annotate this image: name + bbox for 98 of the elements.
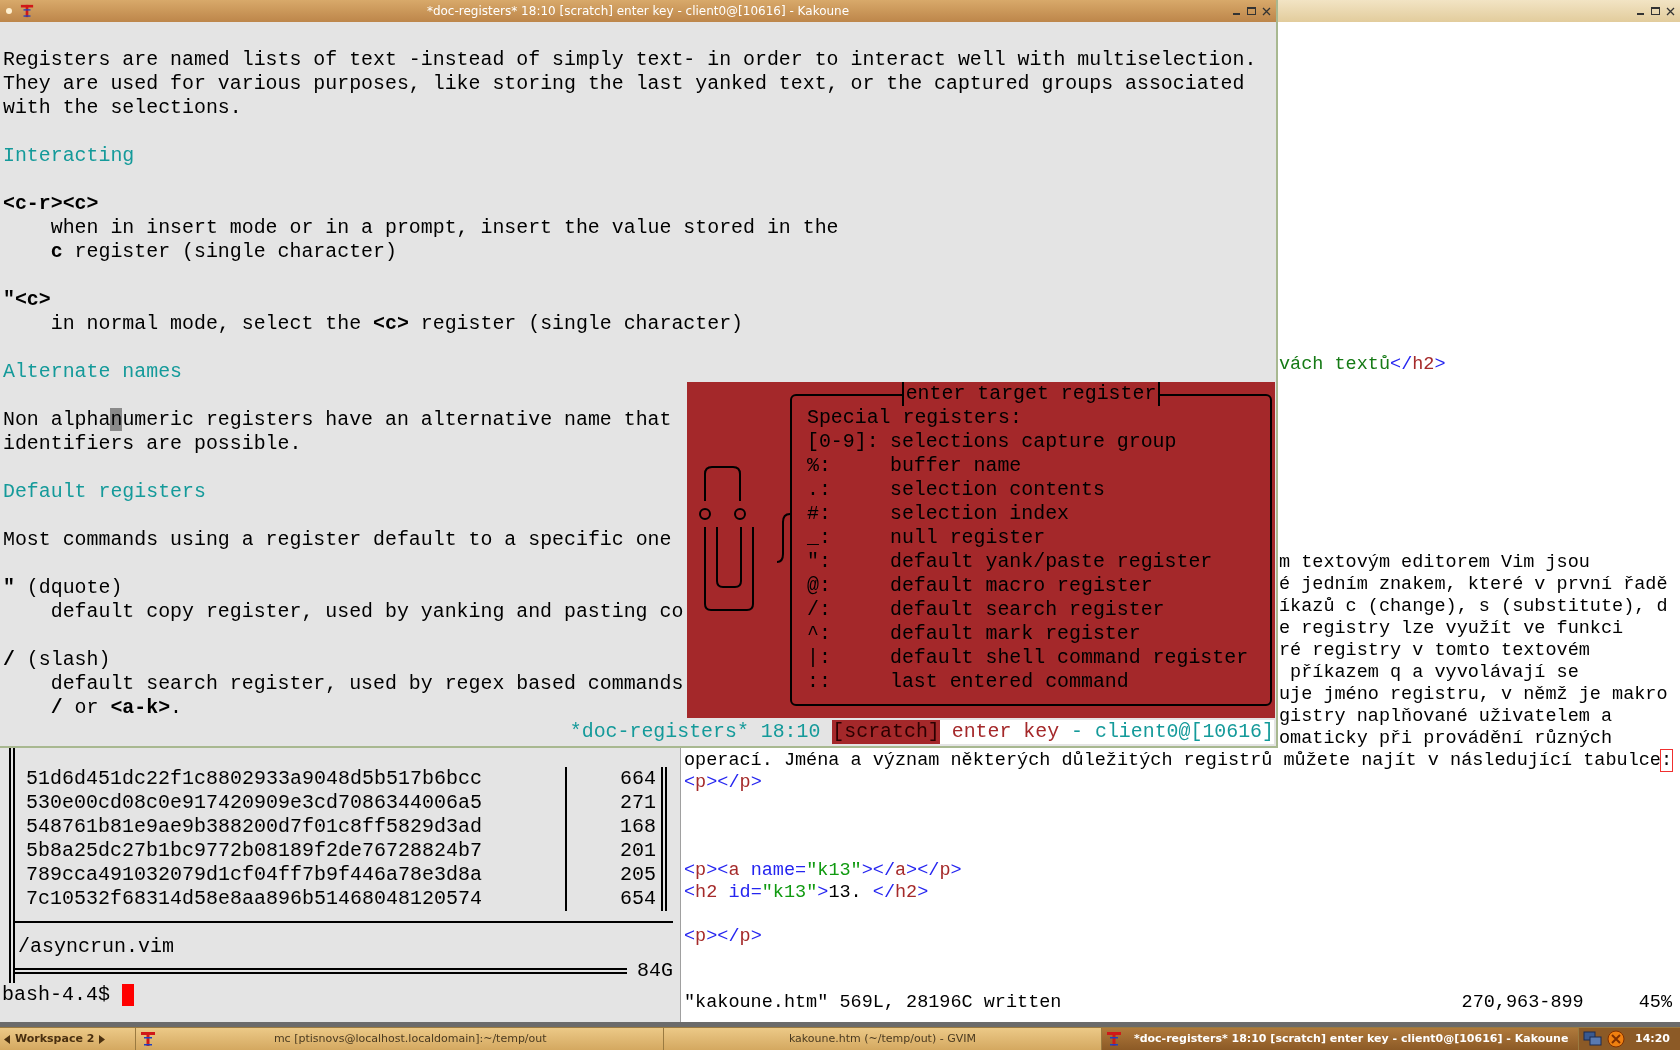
next-workspace-icon[interactable] <box>98 1034 106 1044</box>
file-size: 654 <box>620 887 656 911</box>
terminal-app-icon <box>1106 1031 1123 1047</box>
text-cursor <box>122 984 135 1006</box>
maximize-button[interactable] <box>1245 5 1257 17</box>
code-line: ré registry v tomto textovém <box>1279 640 1590 661</box>
client-name: - client0@[10616] <box>1059 720 1274 744</box>
register-key: :: <box>807 670 890 694</box>
code-line: uje jméno registru, v němž je makro <box>1279 684 1668 705</box>
code-line: operací. Jména a význam některých důležitých registrů můžete najít v následující tabulce: <box>684 750 1673 771</box>
description-text: / or <a-k>. <box>50 696 183 719</box>
register-key: _: <box>807 526 890 550</box>
register-description: buffer name <box>890 454 1022 478</box>
section-heading: Default registers <box>3 480 206 504</box>
popup-heading: Special registers: <box>807 406 1022 430</box>
register-description: default mark register <box>890 622 1141 646</box>
description-text: c register (single character) <box>50 240 397 263</box>
register-key: [0-9]: <box>807 430 890 454</box>
text-line: with the selections. <box>3 96 242 119</box>
status-message: "kakoune.htm" 569L, 28196C written <box>684 992 1062 1014</box>
register-key: /: <box>807 598 890 622</box>
code-line: příkazem q a vyvolávají se <box>1289 662 1579 683</box>
description-text: default copy register, used by yanking and pasting co <box>50 600 684 623</box>
register-description: default shell command register <box>890 646 1249 670</box>
time-text: 18:10 <box>760 720 821 744</box>
register-key: ^: <box>807 622 890 646</box>
close-button[interactable] <box>1664 5 1676 17</box>
code-line: <h2 id="k13">13. </h2> <box>684 882 929 903</box>
warning-circle-icon[interactable] <box>1607 1030 1625 1048</box>
description-text: in normal mode, select the <c> register (single character) <box>50 312 744 335</box>
terminal-app-icon <box>139 1031 156 1047</box>
key-binding: <c-r><c> <box>3 192 99 216</box>
code-line: íkazů c (change), s (substitute), d <box>1279 596 1668 617</box>
cursor-position: 270,963-899 <box>1461 992 1584 1014</box>
text-line: Most commands using a register default to a specific one <box>3 528 672 551</box>
code-line: é jedním znakem, které v první řadě <box>1279 574 1668 595</box>
file-name[interactable]: 530e00cd08c0e917420909e3cd7086344006a5 <box>26 791 483 814</box>
register-key: %: <box>807 454 890 478</box>
description-text: when in insert mode or in a prompt, insert the value stored in the <box>50 216 839 239</box>
close-button[interactable] <box>1260 5 1272 17</box>
file-size: 271 <box>620 791 656 815</box>
text-line: / (slash) <box>3 648 111 671</box>
register-description: default macro register <box>890 574 1153 598</box>
description-text: default search register, used by regex based commands <box>50 672 684 695</box>
shell-prompt: bash-4.4$ <box>2 983 111 1007</box>
register-description: selection index <box>890 502 1070 526</box>
taskbar-task[interactable]: mc [ptisnovs@localhost.localdomain]:~/temp/out <box>135 1028 664 1050</box>
clock: 14:20 <box>1634 1030 1671 1047</box>
register-key: #: <box>807 502 890 526</box>
previous-workspace-icon[interactable] <box>4 1034 11 1044</box>
section-heading: Alternate names <box>3 360 183 384</box>
register-key: ": <box>807 550 890 574</box>
file-name[interactable]: 7c10532f68314d58e8aa896b51468048120574 <box>26 887 483 910</box>
file-size: 201 <box>620 839 656 863</box>
register-key: .: <box>807 478 890 502</box>
popup-title: enter target register <box>901 382 1161 406</box>
text-line: " (dquote) <box>3 576 123 599</box>
terminal-app-icon <box>20 4 34 18</box>
register-description: last entered command <box>890 670 1129 694</box>
text-line: Non alphanumeric registers have an alternative name that <box>3 408 672 431</box>
text-line: They are used for various purposes, like storing the last yanked text, or the captured groups associated <box>3 72 1245 95</box>
prompt-text: enter key <box>939 720 1060 744</box>
register-description: default search register <box>890 598 1165 622</box>
code-line: <p></p> <box>684 772 762 793</box>
key-binding: "<c> <box>3 288 51 312</box>
text-line: identifiers are possible. <box>3 432 302 455</box>
mode-indicator: [scratch] <box>832 720 940 744</box>
scroll-percent: 45% <box>1638 992 1672 1014</box>
register-description: default yank/paste register <box>890 550 1213 574</box>
file-name[interactable]: 5b8a25dc27b1bc9772b08189f2de76728824b7 <box>26 839 483 862</box>
file-path: /asyncrun.vim <box>18 935 175 958</box>
taskbar-task[interactable]: *doc-registers* 18:10 [scratch] enter key - client0@[10616] - Kakoune <box>1102 1028 1579 1050</box>
file-size: 205 <box>620 863 656 887</box>
section-heading: Interacting <box>3 144 135 168</box>
file-size: 664 <box>620 767 656 791</box>
file-name[interactable]: 51d6d451dc22f1c8802933a9048d5b517b6bcc <box>26 767 483 790</box>
code-line: m textovým editorem Vim jsou <box>1279 552 1590 573</box>
code-line: <p><a name="k13"></a></p> <box>684 860 962 881</box>
code-line: <p></p> <box>684 926 762 947</box>
text-line: Registers are named lists of text -instead of simply text- in order to interact well with multiselection. <box>3 48 1257 71</box>
maximize-button[interactable] <box>1649 5 1661 17</box>
network-icon[interactable] <box>1583 1030 1603 1048</box>
code-line: vách textů</h2> <box>1279 354 1446 375</box>
code-line: gistry naplňované uživatelem a <box>1279 706 1613 727</box>
register-key: @: <box>807 574 890 598</box>
file-name[interactable]: 548761b81e9ae9b388200d7f01c8ff5829d3ad <box>26 815 483 838</box>
register-description: selection contents <box>890 478 1105 502</box>
code-line: omaticky při provádění různých <box>1279 728 1613 749</box>
disk-space: 84G <box>637 959 673 983</box>
register-description: selections capture group <box>890 430 1177 454</box>
file-size: 168 <box>620 815 656 839</box>
buffer-name: *doc-registers* <box>569 720 749 744</box>
register-description: null register <box>890 526 1046 550</box>
workspace-name[interactable]: Workspace 2 <box>15 1030 95 1048</box>
window-title: *doc-registers* 18:10 [scratch] enter key - client0@[10616] - Kakoune <box>425 3 851 20</box>
file-name[interactable]: 789cca491032079d1cf04ff7b9f446a78e3d8a <box>26 863 483 886</box>
register-key: |: <box>807 646 890 670</box>
code-line: e registry lze využít ve funkci <box>1279 618 1624 639</box>
